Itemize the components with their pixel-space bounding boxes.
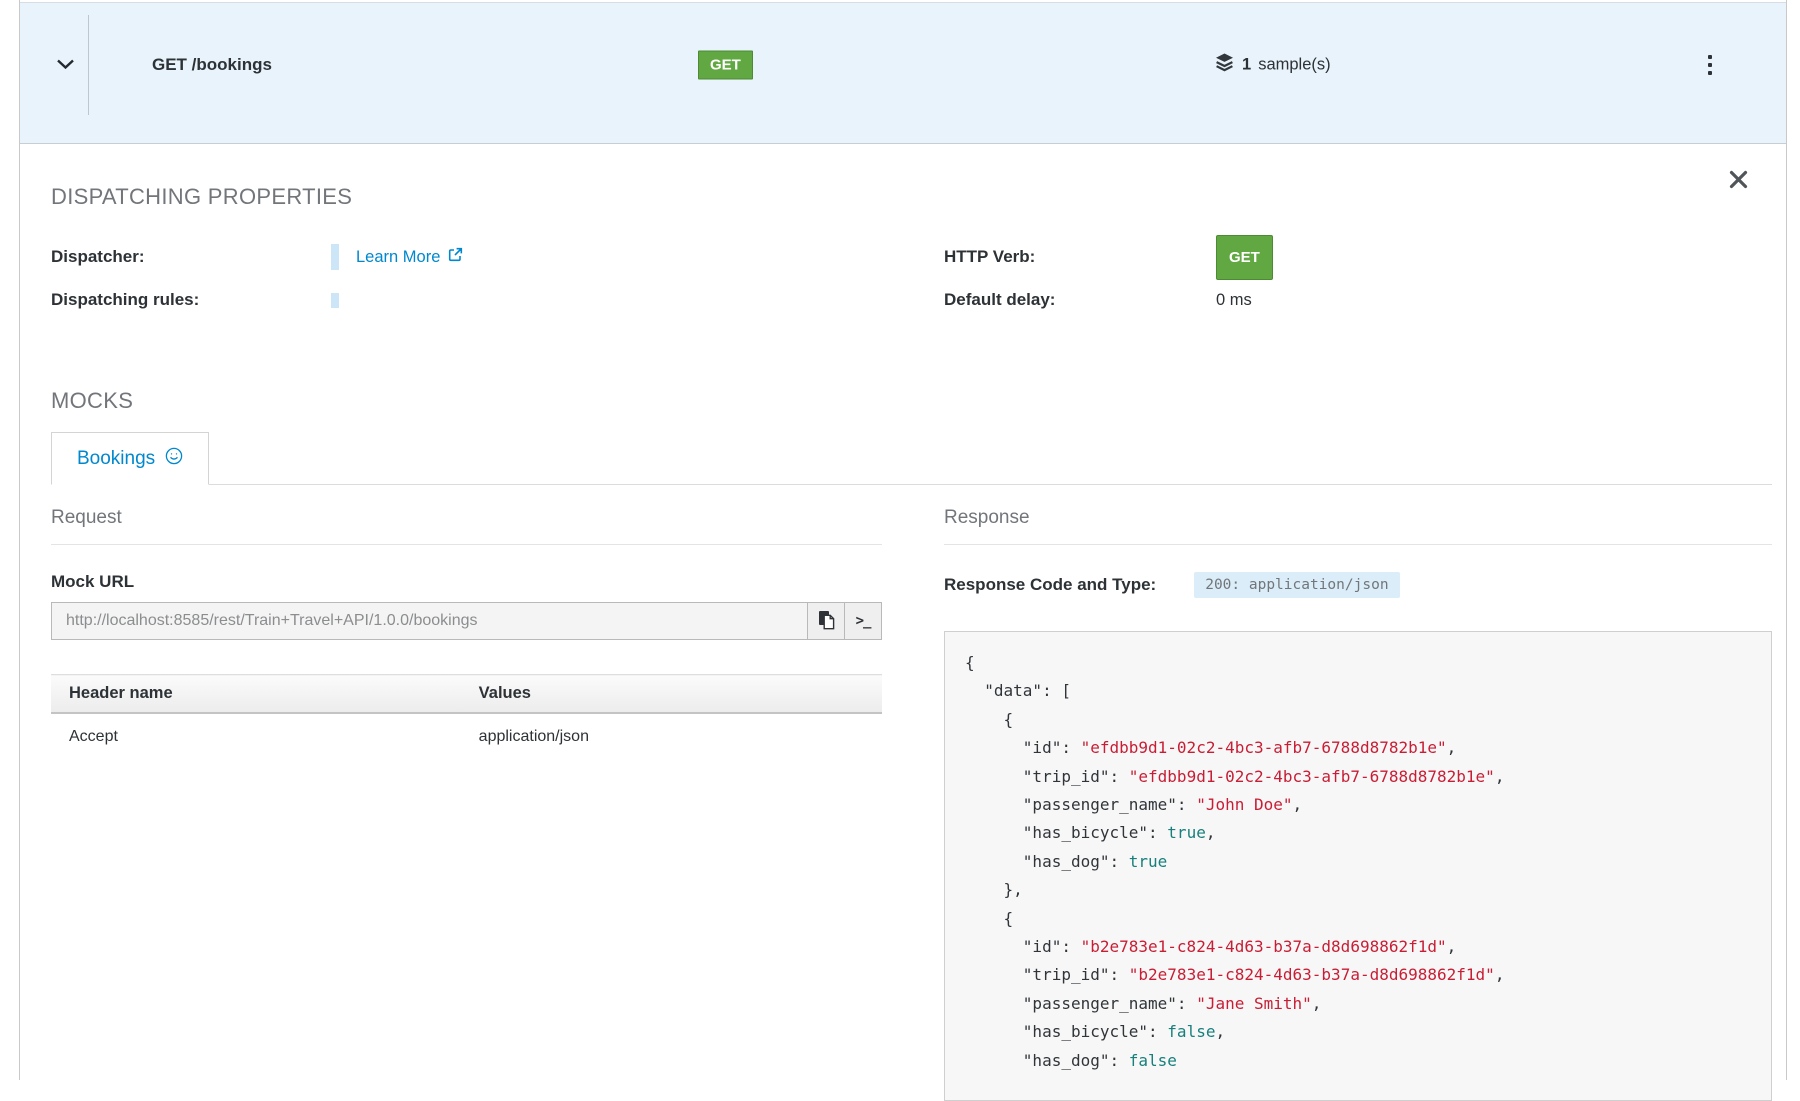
response-body-code: { "data": [ { "id": "efdbb9d1-02c2-4bc3-… xyxy=(944,631,1772,1101)
column-header-name: Header name xyxy=(51,675,461,714)
mocks-tabbar: Bookings xyxy=(51,432,1772,485)
copy-icon xyxy=(818,610,835,633)
kebab-menu-button[interactable] xyxy=(1702,51,1718,79)
mock-url-group: >_ xyxy=(51,602,882,640)
dispatching-right-column: HTTP Verb: GET Default delay: 0 ms xyxy=(944,234,1772,320)
code-line: "has_bicycle": true, xyxy=(965,819,1761,847)
http-verb-badge: GET xyxy=(1216,235,1273,280)
dispatching-rules-label: Dispatching rules: xyxy=(51,290,331,310)
code-line: { xyxy=(965,905,1761,933)
samples-count: 1 xyxy=(1242,56,1251,75)
dispatcher-label: Dispatcher: xyxy=(51,247,331,267)
code-line: "has_dog": false xyxy=(965,1047,1761,1075)
response-body-json: { "data": [ { "id": "efdbb9d1-02c2-4bc3-… xyxy=(965,649,1761,1075)
mock-url-label: Mock URL xyxy=(51,572,882,592)
response-heading: Response xyxy=(944,507,1772,545)
dispatching-properties-title: DISPATCHING PROPERTIES xyxy=(51,144,1772,210)
code-line: { xyxy=(965,706,1761,734)
dispatching-rules-row: Dispatching rules: xyxy=(51,280,944,320)
default-delay-label: Default delay: xyxy=(944,290,1216,310)
response-column: Response Response Code and Type: 200: ap… xyxy=(944,507,1772,1101)
collapse-toggle-button[interactable] xyxy=(48,50,82,80)
operation-title: GET /bookings xyxy=(152,55,272,75)
code-line: "trip_id": "b2e783e1-c824-4d63-b37a-d8d6… xyxy=(965,961,1761,989)
code-line: "passenger_name": "John Doe", xyxy=(965,791,1761,819)
code-line: { xyxy=(965,649,1761,677)
method-badge: GET xyxy=(698,51,753,80)
learn-more-link[interactable]: Learn More xyxy=(356,247,463,267)
smiley-icon xyxy=(165,447,183,471)
tab-bookings-label: Bookings xyxy=(77,448,155,470)
code-line: }, xyxy=(965,876,1761,904)
code-line: "passenger_name": "Jane Smith", xyxy=(965,990,1761,1018)
mock-url-input[interactable] xyxy=(51,602,808,640)
operation-header: GET /bookings GET 1 sample(s) xyxy=(20,2,1786,144)
dispatcher-value-placeholder xyxy=(331,244,339,270)
http-verb-label: HTTP Verb: xyxy=(944,247,1216,267)
request-headers-table: Header name Values Acceptapplication/jso… xyxy=(51,674,882,760)
operation-panel: GET /bookings GET 1 sample(s) DISPATCHIN… xyxy=(19,0,1787,1080)
table-cell: application/json xyxy=(461,713,882,760)
dispatching-left-column: Dispatcher: Learn More xyxy=(51,234,944,320)
response-code-label: Response Code and Type: xyxy=(944,575,1156,595)
layers-stack-icon xyxy=(1214,53,1235,78)
table-cell: Accept xyxy=(51,713,461,760)
chevron-down-icon xyxy=(56,58,75,73)
dispatching-properties: Dispatcher: Learn More xyxy=(51,234,1772,320)
samples-indicator: 1 sample(s) xyxy=(1214,53,1331,78)
header-divider xyxy=(88,15,89,115)
default-delay-value: 0 ms xyxy=(1216,291,1252,310)
external-link-icon xyxy=(448,247,463,267)
samples-label: sample(s) xyxy=(1258,56,1330,75)
code-line: "data": [ xyxy=(965,677,1761,705)
default-delay-row: Default delay: 0 ms xyxy=(944,280,1772,320)
dispatcher-row: Dispatcher: Learn More xyxy=(51,234,944,280)
code-line: "id": "efdbb9d1-02c2-4bc3-afb7-6788d8782… xyxy=(965,734,1761,762)
http-verb-row: HTTP Verb: GET xyxy=(944,234,1772,280)
response-code-badge: 200: application/json xyxy=(1194,572,1399,598)
close-icon xyxy=(1725,181,1752,196)
copy-url-button[interactable] xyxy=(808,602,845,640)
column-header-values: Values xyxy=(461,675,882,714)
code-line: "has_bicycle": false, xyxy=(965,1018,1761,1046)
dispatching-rules-value-placeholder xyxy=(331,293,339,308)
table-row: Acceptapplication/json xyxy=(51,713,882,760)
close-button[interactable] xyxy=(1725,166,1752,196)
table-header-row: Header name Values xyxy=(51,675,882,714)
code-line: "id": "b2e783e1-c824-4d63-b37a-d8d698862… xyxy=(965,933,1761,961)
learn-more-label: Learn More xyxy=(356,248,440,267)
request-column: Request Mock URL >_ xyxy=(51,507,882,1101)
operation-detail: DISPATCHING PROPERTIES Dispatcher: Learn… xyxy=(20,144,1786,1101)
request-heading: Request xyxy=(51,507,882,545)
terminal-icon: >_ xyxy=(856,613,871,629)
response-code-row: Response Code and Type: 200: application… xyxy=(944,572,1772,598)
mocks-section-title: MOCKS xyxy=(51,388,1772,414)
code-line: "has_dog": true xyxy=(965,848,1761,876)
test-in-terminal-button[interactable]: >_ xyxy=(845,602,882,640)
request-response-columns: Request Mock URL >_ xyxy=(51,507,1772,1101)
kebab-menu-icon xyxy=(1708,55,1712,75)
code-line: "trip_id": "efdbb9d1-02c2-4bc3-afb7-6788… xyxy=(965,763,1761,791)
tab-bookings[interactable]: Bookings xyxy=(51,432,209,485)
